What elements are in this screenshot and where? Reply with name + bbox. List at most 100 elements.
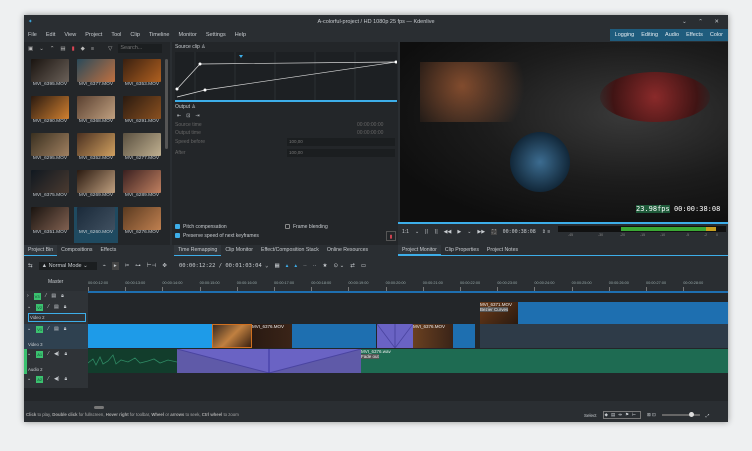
menu-item-clip[interactable]: Clip <box>130 29 139 41</box>
output-time-value[interactable]: 00:00:00:00 <box>357 130 383 136</box>
overwrite-icon[interactable]: ▴ <box>294 263 297 269</box>
collapse-icon[interactable]: ⌄ <box>27 326 31 332</box>
bin-clip[interactable]: MVI_6269.MOV <box>74 170 118 206</box>
bin-clip[interactable]: MVI_6377.MOV <box>74 59 118 95</box>
forward-icon[interactable]: ▶▶ <box>477 229 485 235</box>
bin-clip[interactable]: MVI_6375.MOV <box>28 170 72 206</box>
tab-project-monitor[interactable]: Project Monitor <box>398 245 441 255</box>
remap-curve[interactable] <box>175 52 397 102</box>
tab-effect-composition-stack[interactable]: Effect/Composition Stack <box>257 245 323 256</box>
hide-icon[interactable]: ▤ <box>54 304 59 310</box>
zoom-slider[interactable] <box>661 412 700 418</box>
monitor-timecode[interactable]: 00:00:38:08 <box>503 229 536 235</box>
workspace-color[interactable]: Color <box>710 29 723 41</box>
preserve-speed-checkbox[interactable]: Preserve speed of next keyframes <box>175 233 259 239</box>
fullscreen-icon[interactable]: ⛶ <box>491 229 497 235</box>
menu-icon[interactable]: ≡ <box>91 46 94 52</box>
bin-clip[interactable]: MVI_6277.MOV <box>120 133 164 169</box>
bin-clip[interactable]: MVI_6290.MOV <box>28 96 72 132</box>
snap-icon[interactable]: ▦ <box>274 263 279 269</box>
zoom-fit-icon[interactable]: ⊠ ⊡ <box>647 412 656 418</box>
audio-clip[interactable]: MVI_6376.wav Fade out <box>361 349 728 373</box>
tab-time-remapping[interactable]: Time Remapping <box>174 245 222 256</box>
zoom-select[interactable]: 1:1 <box>402 229 409 235</box>
timeline-scrollbar[interactable] <box>94 406 104 409</box>
workspace-audio[interactable]: Audio <box>665 29 679 41</box>
bin-search-input[interactable]: Search... <box>118 44 163 53</box>
collapse-icon[interactable]: ⌄ <box>27 304 31 310</box>
lock-icon[interactable]: 🔒︎ <box>64 376 67 382</box>
menu-item-edit[interactable]: Edit <box>46 29 55 41</box>
timeline-clip[interactable]: MVI_6376.MOV <box>252 324 376 348</box>
timeline-clip[interactable] <box>212 324 252 348</box>
lock-icon[interactable]: 🔒︎ <box>61 293 64 299</box>
edit-mode-select[interactable]: ▲ Normal Mode ⌄ <box>38 262 97 270</box>
composition[interactable] <box>377 324 413 348</box>
tab-compositions[interactable]: Compositions <box>57 245 96 256</box>
workspace-editing[interactable]: Editing <box>641 29 658 41</box>
hide-icon[interactable]: ▤ <box>51 293 56 299</box>
tag-icon[interactable]: ◆ <box>81 46 85 52</box>
bin-clip[interactable]: MVI_6368.MOV <box>74 96 118 132</box>
bin-clip[interactable]: MVI_6260.MOV <box>74 207 118 243</box>
window-controls[interactable]: ⌄ ⌃ ✕ <box>682 15 724 29</box>
tab-clip-monitor[interactable]: Clip Monitor <box>221 245 257 256</box>
delete-keyframe-button[interactable]: ▮ <box>386 231 396 241</box>
mute-icon[interactable]: ◀) <box>54 376 60 382</box>
timeline-clip-selected[interactable] <box>88 324 212 348</box>
select-tool-icon[interactable]: ▸ <box>111 262 119 270</box>
pitch-compensation-checkbox[interactable]: Pitch compensation <box>175 224 227 230</box>
lift-icon[interactable]: ·· <box>303 263 307 269</box>
effects-icon[interactable]: ⁄ <box>48 326 49 332</box>
menu-item-view[interactable]: View <box>64 29 76 41</box>
tab-clip-properties[interactable]: Clip Properties <box>441 245 483 255</box>
lock-icon[interactable]: 🔒︎ <box>64 351 67 357</box>
menu-item-help[interactable]: Help <box>235 29 246 41</box>
snap-buttons[interactable]: ◆▤⇹⚑⊢ <box>602 411 641 419</box>
source-time-value[interactable]: 00:00:00:00 <box>357 122 383 128</box>
subtitle-icon[interactable]: ▭ <box>361 263 366 269</box>
mixer-icon[interactable]: ⇄ <box>350 263 355 269</box>
collapse-icon[interactable]: ⌄ <box>27 376 31 382</box>
effects-icon[interactable]: ⁄ <box>48 376 49 382</box>
effects-icon[interactable]: ⁄ <box>48 351 49 357</box>
bin-clip[interactable]: MVI_6395.MOV <box>28 59 72 95</box>
tab-effects[interactable]: Effects <box>97 245 121 256</box>
collapse-icon[interactable]: ⌄ <box>27 351 31 357</box>
rewind-icon[interactable]: ◀◀ <box>444 229 452 235</box>
timeline-position[interactable]: 00:00:12:22 / 00:01:03:04 ⌄ <box>179 263 268 269</box>
chevron-down-icon[interactable]: ⌄ <box>39 46 44 52</box>
cut-icon[interactable]: ✂ <box>125 263 130 269</box>
timeline-clip[interactable]: MVI_6376.MOV <box>413 324 475 348</box>
timeline-clip[interactable]: MVI_6371.MOV Bezier Curves <box>480 302 518 324</box>
menu-item-tool[interactable]: Tool <box>111 29 121 41</box>
menu-item-monitor[interactable]: Monitor <box>178 29 196 41</box>
delete-icon[interactable]: ▮ <box>72 46 75 52</box>
project-monitor-video[interactable]: 23.98fps 00:00:38:08 <box>400 42 728 222</box>
collapse-icon[interactable]: › <box>27 293 29 299</box>
slip-icon[interactable]: ⊶ <box>135 263 141 269</box>
frame-blending-checkbox[interactable]: Frame blending <box>285 224 328 230</box>
filter-icon[interactable]: ▽ <box>108 46 112 52</box>
bin-clip[interactable]: MVI_6289.MOV <box>120 170 164 206</box>
bin-clip[interactable]: MVI_6295.MOV <box>28 133 72 169</box>
tab-project-bin[interactable]: Project Bin <box>24 245 58 256</box>
timeline-clip[interactable] <box>518 302 728 324</box>
workspace-logging[interactable]: Logging <box>615 29 635 41</box>
zoom-in-icon[interactable]: ⤢ <box>706 413 710 418</box>
bin-clip[interactable]: MVI_6351.MOV <box>28 207 72 243</box>
effects-icon[interactable]: ⁄ <box>48 304 49 310</box>
folder-icon[interactable]: ▤ <box>60 46 65 52</box>
set-in-icon[interactable]: |⌈ <box>425 229 428 235</box>
menu-item-timeline[interactable]: Timeline <box>149 29 170 41</box>
favorite-icon[interactable]: ★ <box>323 263 328 269</box>
tab-project-notes[interactable]: Project Notes <box>483 245 522 255</box>
remap-position-bar[interactable] <box>175 100 397 102</box>
track-settings-icon[interactable]: ⇆ <box>28 263 33 269</box>
audio-clip[interactable] <box>88 349 177 373</box>
menu-item-settings[interactable]: Settings <box>206 29 226 41</box>
lock-icon[interactable]: 🔒︎ <box>64 304 67 310</box>
effects-icon[interactable]: ⁄ <box>46 293 47 299</box>
mute-icon[interactable]: ◀) <box>54 351 60 357</box>
view-icon[interactable]: ▣ <box>28 46 33 52</box>
